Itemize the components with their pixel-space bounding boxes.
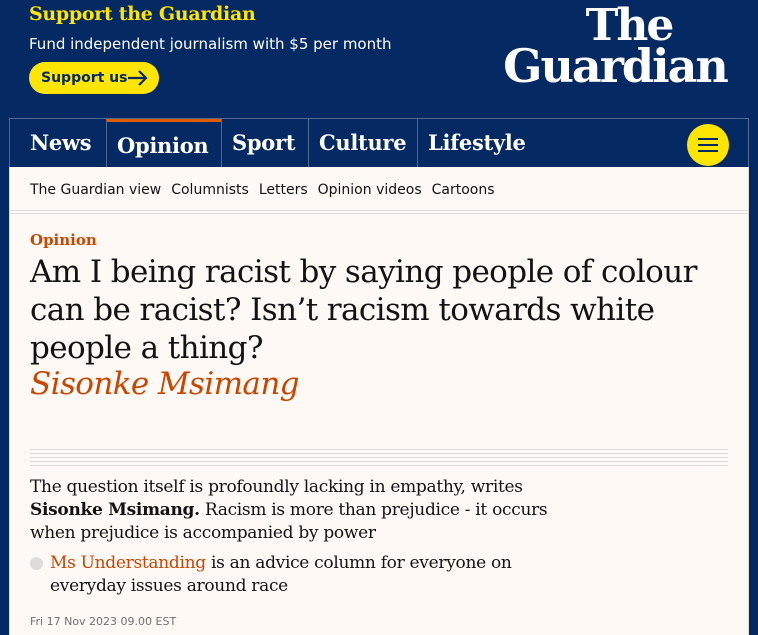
support-us-label: Support us [41,70,128,86]
article-standfirst: The question itself is profoundly lackin… [30,476,575,545]
main-nav: News Opinion Sport Culture Lifestyle [9,118,749,167]
subnav-guardian-view[interactable]: The Guardian view [30,182,161,198]
support-us-button[interactable]: Support us [29,62,159,94]
subnav-cartoons[interactable]: Cartoons [432,182,495,198]
nav-opinion[interactable]: Opinion [106,119,221,167]
opinion-subnav: The Guardian view Columnists Letters Opi… [30,182,495,198]
guardian-logo[interactable]: The Guardian [502,4,729,93]
article-byline[interactable]: Sisonke Msimang [30,366,300,402]
article-page: The Guardian view Columnists Letters Opi… [9,167,749,635]
nav-news[interactable]: News [20,119,106,167]
bullet-dot-icon [30,557,43,570]
series-note: Ms Understanding is an advice column for… [30,552,575,598]
nav-culture[interactable]: Culture [308,119,418,167]
subnav-divider [10,210,748,214]
support-title: Support the Guardian [29,3,256,25]
article-kicker[interactable]: Opinion [30,231,97,249]
subnav-columnists[interactable]: Columnists [171,182,249,198]
logo-line-2: Guardian [503,38,729,93]
subnav-letters[interactable]: Letters [259,182,308,198]
hamburger-menu-icon[interactable] [687,124,729,166]
support-banner: Support the Guardian Fund independent jo… [0,0,758,118]
standfirst-lead: The question itself is profoundly lackin… [30,477,523,497]
article-headline: Am I being racist by saying people of co… [30,254,697,366]
nav-sport[interactable]: Sport [221,119,308,167]
arrow-right-icon [128,70,148,86]
ms-understanding-link[interactable]: Ms Understanding [50,553,206,573]
subnav-opinion-videos[interactable]: Opinion videos [318,182,422,198]
nav-lifestyle[interactable]: Lifestyle [417,119,537,167]
publish-date: Fri 17 Nov 2023 09.00 EST [30,615,177,628]
section-divider [30,449,728,471]
support-subtitle: Fund independent journalism with $5 per … [29,35,392,53]
standfirst-author: Sisonke Msimang. [30,500,200,520]
